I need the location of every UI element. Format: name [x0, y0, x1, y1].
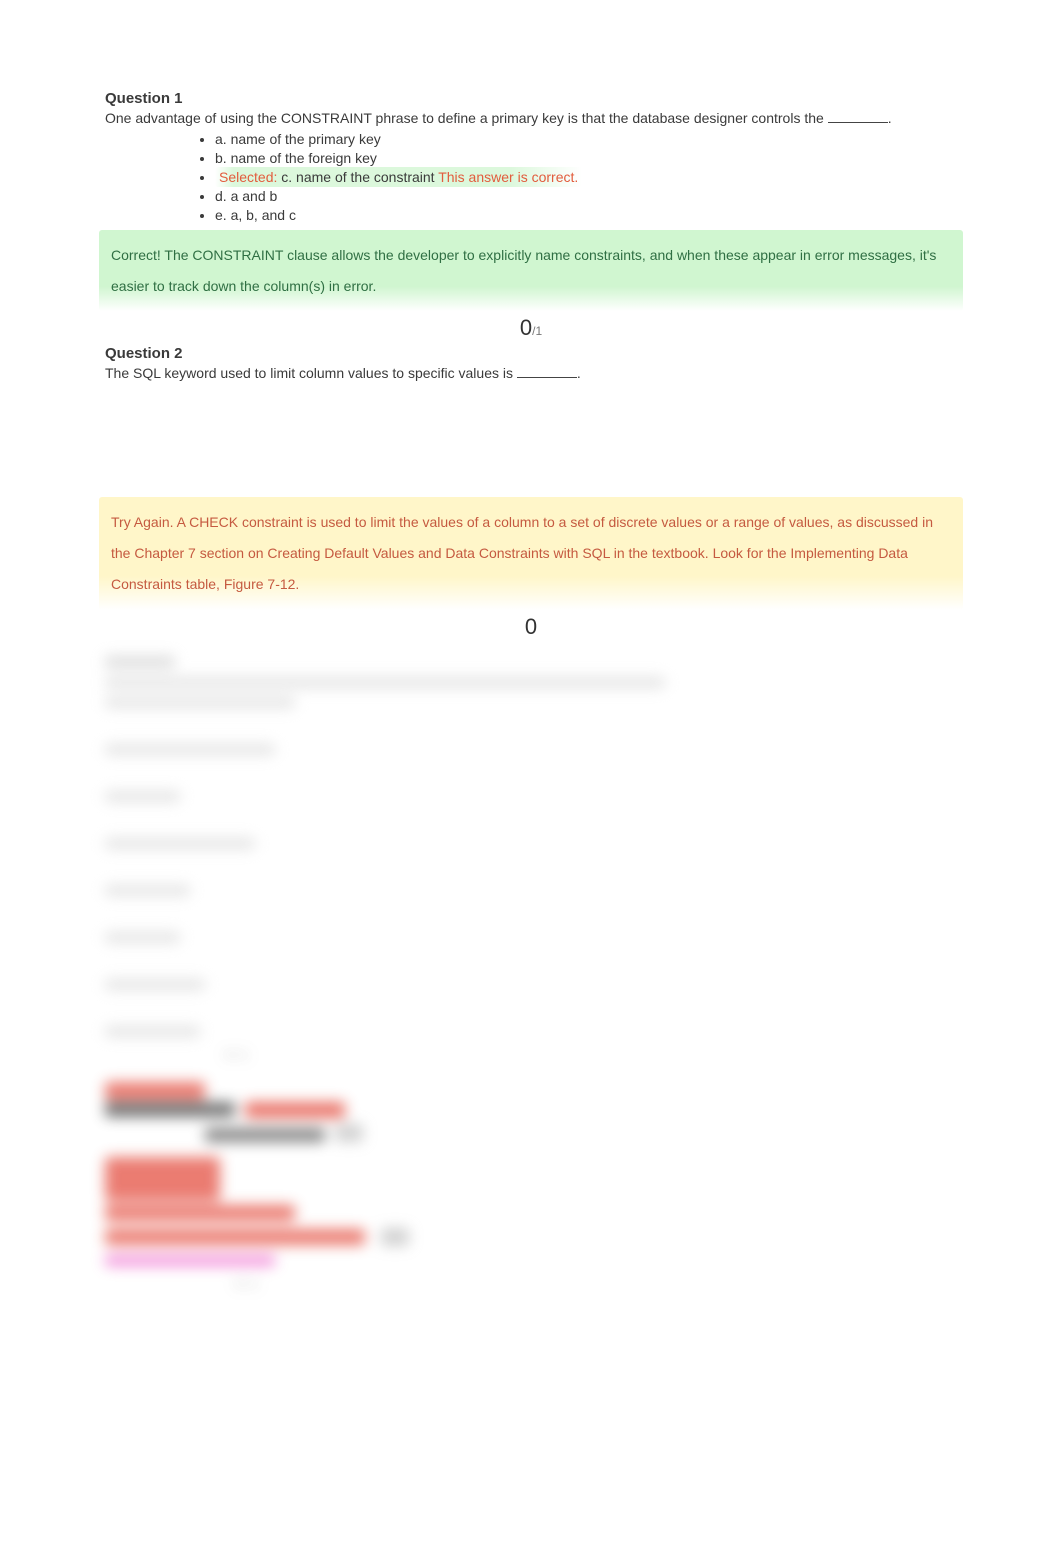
choice-e-text: e. a, b, and c: [215, 207, 296, 223]
choice-d-text: d. a and b: [215, 188, 277, 204]
question-1-prompt-before: One advantage of using the CONSTRAINT ph…: [105, 110, 828, 126]
question-1-prompt: One advantage of using the CONSTRAINT ph…: [105, 109, 957, 128]
choice-c-note: This answer is correct.: [438, 169, 578, 185]
choice-b-text: b. name of the foreign key: [215, 150, 377, 166]
document-page: Question 1 One advantage of using the CO…: [0, 0, 1062, 1333]
choice-a: a. name of the primary key: [215, 130, 957, 148]
question-2-feedback: Try Again. A CHECK constraint is used to…: [99, 497, 963, 609]
blank-line: [517, 365, 577, 379]
choice-e: e. a, b, and c: [215, 206, 957, 224]
spacer: [105, 383, 957, 493]
question-1-choices: a. name of the primary key b. name of th…: [105, 130, 957, 224]
obscured-region: 0 / 1 0 / 1: [105, 656, 957, 1294]
choice-a-text: a. name of the primary key: [215, 131, 381, 147]
choice-b: b. name of the foreign key: [215, 149, 957, 167]
question-2-prompt-before: The SQL keyword used to limit column val…: [105, 365, 517, 381]
question-1-prompt-after: .: [888, 110, 892, 126]
question-2-score: 0: [105, 614, 957, 640]
selected-prefix: Selected:: [219, 169, 277, 185]
blank-line: [828, 109, 888, 123]
question-2-prompt-after: .: [577, 365, 581, 381]
question-1-title: Question 1: [105, 90, 957, 107]
choice-d: d. a and b: [215, 187, 957, 205]
question-1: Question 1 One advantage of using the CO…: [105, 90, 957, 341]
score-big: 0: [520, 315, 532, 340]
question-2-prompt: The SQL keyword used to limit column val…: [105, 364, 957, 383]
question-2-title: Question 2: [105, 345, 957, 362]
question-1-score: 0/1: [105, 315, 957, 341]
question-1-feedback: Correct! The CONSTRAINT clause allows th…: [99, 230, 963, 312]
choice-c: Selected: c. name of the constraint This…: [215, 168, 957, 186]
choice-c-text: c. name of the constraint: [281, 169, 434, 185]
score-big: 0: [525, 614, 537, 639]
question-2: Question 2 The SQL keyword used to limit…: [105, 345, 957, 639]
score-small: /1: [532, 324, 542, 338]
